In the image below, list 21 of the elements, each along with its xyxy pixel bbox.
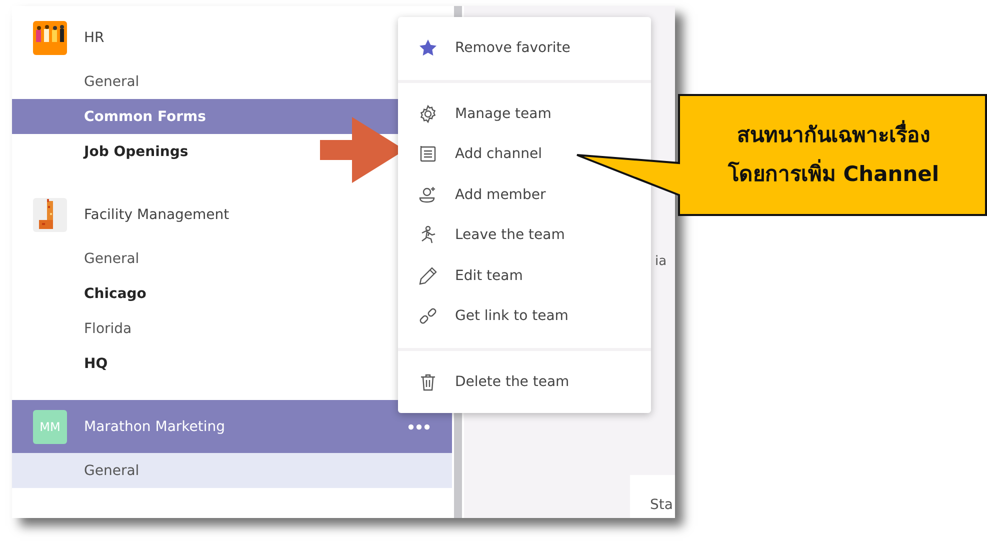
settings-icon — [418, 104, 438, 124]
menu-item[interactable]: Delete the team — [398, 362, 570, 402]
team-avatar: MM — [33, 410, 67, 444]
callout-text: สนทนากันเฉพาะเรื่อง — [737, 122, 930, 148]
trash-icon — [418, 372, 438, 392]
team-name: HR — [84, 30, 106, 46]
content-text: Sta — [649, 497, 673, 515]
team-name: Facility Management — [84, 206, 230, 222]
team-row[interactable]: MM Marathon Marketing — [12, 400, 452, 453]
channel-item[interactable]: General — [12, 453, 452, 488]
star-icon — [418, 38, 438, 58]
pencil-icon — [418, 266, 438, 286]
list-icon — [418, 144, 438, 164]
menu-item[interactable]: Edit team — [398, 256, 523, 296]
menu-item[interactable]: Get link to team — [398, 296, 568, 336]
content-text: ia — [655, 254, 667, 269]
team-name: Marathon Marketing — [84, 418, 226, 434]
link-icon — [418, 306, 438, 326]
more-options-icon[interactable] — [408, 424, 430, 430]
menu-item[interactable]: Add channel — [398, 134, 542, 174]
add-person-icon — [418, 184, 438, 205]
